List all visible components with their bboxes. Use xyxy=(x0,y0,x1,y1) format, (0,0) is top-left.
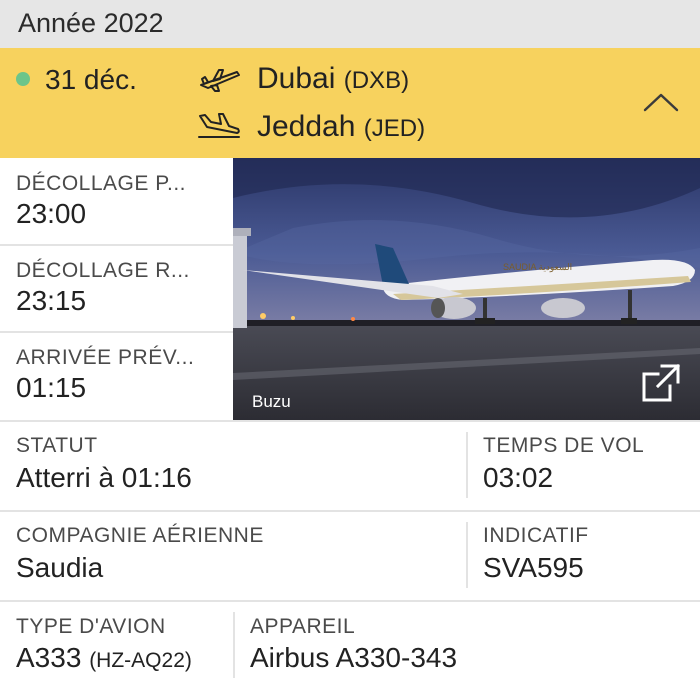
aircraft-value: Airbus A330-343 xyxy=(250,642,458,673)
scheduled-departure-value: 23:00 xyxy=(16,198,87,229)
aircraft-registration[interactable]: (HZ-AQ22) xyxy=(89,649,192,672)
aircraft-type-label: TYPE D'AVION xyxy=(16,615,166,638)
flight-date: 31 déc. xyxy=(45,64,137,95)
flight-time-label: TEMPS DE VOL xyxy=(483,434,645,457)
chevron-up-icon[interactable] xyxy=(642,90,680,114)
origin-code: (DXB) xyxy=(343,67,410,94)
year-title: Année 2022 xyxy=(18,8,164,38)
actual-departure-label: DÉCOLLAGE R... xyxy=(16,259,190,282)
aircraft-label: APPAREIL xyxy=(250,615,356,638)
divider xyxy=(0,420,700,422)
origin-city: Dubai xyxy=(257,62,336,95)
aircraft-type-code: A333 xyxy=(16,642,82,673)
external-link-icon[interactable] xyxy=(640,362,682,404)
flight-time-value: 03:02 xyxy=(483,462,554,493)
callsign-value: SVA595 xyxy=(483,552,584,583)
aircraft-photo[interactable]: SAUDIA السعودية xyxy=(233,158,700,420)
aircraft-image: SAUDIA السعودية xyxy=(233,158,700,420)
destination-airport: Jeddah (JED) xyxy=(257,110,425,144)
callsign-label: INDICATIF xyxy=(483,524,589,547)
divider xyxy=(0,510,700,512)
destination-city: Jeddah xyxy=(257,110,356,143)
divider xyxy=(0,244,233,246)
photo-credit: Buzu xyxy=(252,392,291,411)
divider xyxy=(0,600,700,602)
divider xyxy=(0,331,233,333)
divider xyxy=(233,612,235,678)
divider xyxy=(466,432,468,498)
scheduled-departure-label: DÉCOLLAGE P... xyxy=(16,172,187,195)
airline-label: COMPAGNIE AÉRIENNE xyxy=(16,524,264,547)
takeoff-icon xyxy=(200,69,240,92)
destination-code: (JED) xyxy=(363,115,426,142)
estimated-arrival-label: ARRIVÉE PRÉV... xyxy=(16,346,195,369)
status-dot xyxy=(16,72,30,86)
status-label: STATUT xyxy=(16,434,98,457)
origin-airport: Dubai (DXB) xyxy=(257,62,409,96)
year-header: Année 2022 xyxy=(0,0,700,48)
estimated-arrival-value: 01:15 xyxy=(16,372,87,403)
status-value: Atterri à 01:16 xyxy=(16,462,192,493)
landing-icon xyxy=(198,113,240,138)
livery-text: SAUDIA السعودية xyxy=(503,262,572,273)
aircraft-type-value: A333 (HZ-AQ22) xyxy=(16,642,192,674)
divider xyxy=(466,522,468,588)
airline-value[interactable]: Saudia xyxy=(16,552,103,584)
actual-departure-value: 23:15 xyxy=(16,285,87,316)
